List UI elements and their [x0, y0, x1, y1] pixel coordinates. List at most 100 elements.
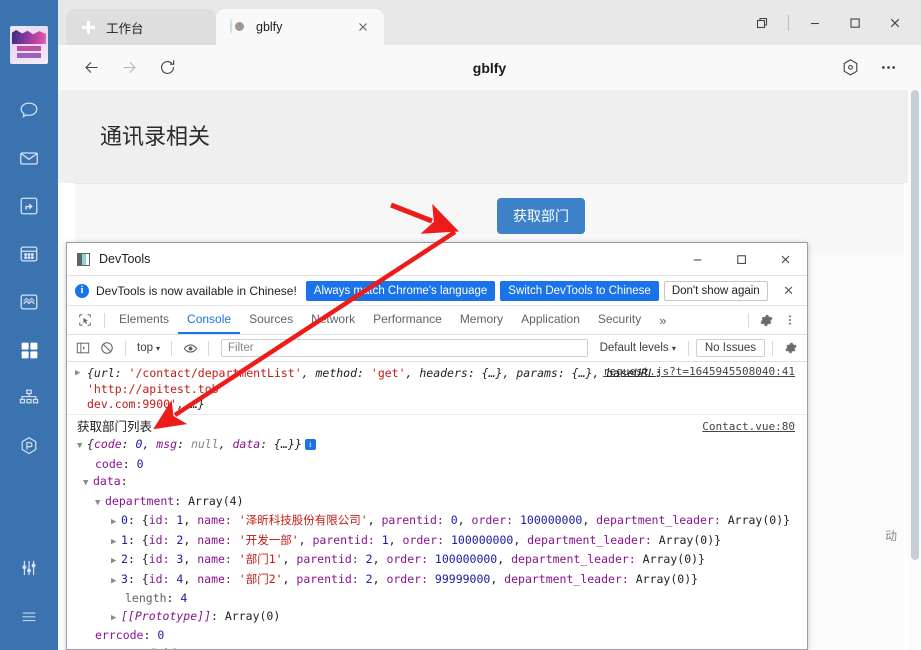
forward-arrow-icon[interactable]: [110, 51, 148, 85]
name-value: '泽昕科技股份有限公司': [238, 513, 368, 527]
console-row-dept-0[interactable]: ▶ 0: {id: 1, name: '泽昕科技股份有限公司', parentid…: [67, 512, 807, 532]
close-icon[interactable]: [875, 6, 915, 40]
back-arrow-icon[interactable]: [72, 51, 110, 85]
prototype-key: [[Prototype]]: [121, 608, 212, 623]
mail-icon[interactable]: [9, 134, 49, 182]
levels-label: Default levels: [599, 342, 669, 354]
menu-icon[interactable]: [9, 592, 49, 640]
drive-icon[interactable]: [9, 278, 49, 326]
collapse-triangle-icon[interactable]: ▼: [77, 439, 87, 455]
parentid-value: 0: [450, 513, 458, 527]
inspect-element-icon[interactable]: [71, 307, 99, 334]
close-icon[interactable]: ✕: [778, 283, 799, 299]
switch-to-chinese-button[interactable]: Switch DevTools to Chinese: [500, 280, 659, 301]
issues-button[interactable]: No Issues: [695, 339, 765, 357]
filter-input[interactable]: Filter: [221, 339, 588, 357]
reload-icon[interactable]: [148, 51, 186, 85]
tab-application[interactable]: Application: [512, 306, 589, 334]
row-tail: , …}: [177, 397, 205, 411]
tab-network[interactable]: Network: [302, 306, 364, 334]
more-tabs-icon[interactable]: »: [650, 313, 675, 328]
console-row-object-root[interactable]: ▼ {code: 0, msg: null, data: {…}} i: [67, 436, 807, 456]
order-label: order:: [386, 552, 435, 566]
order-label: order:: [402, 532, 451, 547]
maximize-icon[interactable]: [719, 243, 763, 275]
hexagon-target-icon[interactable]: [831, 51, 869, 85]
settings-gear-icon[interactable]: [754, 308, 778, 332]
tab-sources[interactable]: Sources: [240, 306, 302, 334]
always-match-language-button[interactable]: Always match Chrome's language: [305, 280, 496, 301]
tab-security[interactable]: Security: [589, 306, 650, 334]
scrollbar-thumb[interactable]: [911, 90, 919, 560]
chat-icon[interactable]: [9, 86, 49, 134]
screen: 工作台 gblfy gblfy 通讯录相关 获取部门 动 DevTools i …: [0, 0, 921, 650]
console-settings-icon[interactable]: [780, 337, 802, 359]
calendar-icon[interactable]: [9, 230, 49, 278]
id-label: id:: [148, 571, 177, 586]
close-icon[interactable]: [763, 243, 807, 275]
property-value: Array(4): [188, 493, 244, 508]
expand-triangle-icon[interactable]: ▶: [111, 574, 121, 590]
collapse-triangle-icon[interactable]: ▼: [83, 476, 93, 492]
console-sidebar-icon[interactable]: [72, 337, 94, 359]
restore-down-icon[interactable]: [742, 6, 782, 40]
object-preview: {code: 0, msg: null, data: {…}}: [87, 437, 302, 451]
close-icon[interactable]: [356, 20, 370, 34]
org-chart-icon[interactable]: [9, 374, 49, 422]
avatar-icon: [230, 17, 247, 36]
property-key: data: [93, 474, 121, 488]
tab-performance[interactable]: Performance: [364, 306, 451, 334]
console-row-department[interactable]: ▼ department: Array(4): [67, 493, 807, 513]
minimize-icon[interactable]: [795, 6, 835, 40]
apps-grid-icon[interactable]: [9, 326, 49, 374]
wecom-avatar-logo[interactable]: [10, 26, 48, 64]
method-value: 'get': [370, 366, 406, 380]
more-options-icon[interactable]: [869, 51, 907, 85]
execution-context-selector[interactable]: top ▾: [133, 340, 164, 356]
context-label: top: [137, 342, 153, 354]
console-row-dept-2[interactable]: ▶ 2: {id: 3, name: '部门1', parentid: 2, or…: [67, 551, 807, 571]
log-levels-dropdown[interactable]: Default levels ▾: [595, 340, 681, 356]
source-link[interactable]: Contact.vue:80: [702, 419, 795, 435]
live-expression-icon[interactable]: [179, 337, 201, 359]
tab-memory[interactable]: Memory: [451, 306, 512, 334]
info-badge-icon[interactable]: i: [304, 439, 316, 450]
tab-label: gblfy: [256, 20, 283, 34]
order-value: 100000000: [451, 532, 514, 547]
console-row-data[interactable]: ▼ data:: [67, 473, 807, 493]
name-label: name:: [197, 513, 239, 527]
more-vertical-icon[interactable]: [778, 308, 802, 332]
expand-triangle-icon[interactable]: ▶: [111, 554, 121, 570]
sidebar-bottom-icons: [9, 544, 49, 650]
headers-params-label: , headers: {…}, params: {…}, baseURL:: [405, 366, 662, 380]
expand-triangle-icon[interactable]: ▶: [111, 535, 121, 551]
tab-elements[interactable]: Elements: [110, 306, 178, 334]
tab-gblfy[interactable]: gblfy: [216, 9, 384, 45]
sliders-icon[interactable]: [9, 544, 49, 592]
dont-show-again-button[interactable]: Don't show again: [663, 280, 768, 301]
page-scrollbar[interactable]: [908, 90, 921, 650]
console-row-dept-1[interactable]: ▶ 1: {id: 2, name: '开发一部', parentid: 1, o…: [67, 532, 807, 552]
console-row-dept-3[interactable]: ▶ 3: {id: 4, name: '部门2', parentid: 2, or…: [67, 571, 807, 591]
property-value: 4: [180, 591, 188, 605]
get-department-button[interactable]: 获取部门: [497, 198, 585, 234]
property-key: department: [105, 493, 175, 508]
docs-icon[interactable]: [9, 182, 49, 230]
minimize-icon[interactable]: [675, 243, 719, 275]
console-row-chinese-log[interactable]: Contact.vue:80 获取部门列表: [67, 415, 807, 437]
tab-workbench[interactable]: 工作台: [66, 9, 216, 45]
clear-console-icon[interactable]: [96, 337, 118, 359]
property-key: errcode: [95, 628, 144, 642]
console-row-proto-array[interactable]: ▶ [[Prototype]]: Array(0): [67, 608, 807, 628]
expand-triangle-icon[interactable]: ▶: [111, 611, 121, 627]
console-output[interactable]: request.js?t=1645945508040:41 ▶ {url: '/…: [67, 363, 807, 649]
expand-triangle-icon[interactable]: ▶: [75, 366, 85, 382]
tab-console[interactable]: Console: [178, 306, 241, 334]
maximize-icon[interactable]: [835, 6, 875, 40]
cube-icon[interactable]: [9, 422, 49, 470]
console-row-request[interactable]: request.js?t=1645945508040:41 ▶ {url: '/…: [67, 363, 807, 415]
parentid-value: 2: [365, 571, 373, 586]
expand-triangle-icon[interactable]: ▶: [111, 515, 121, 531]
collapse-triangle-icon[interactable]: ▼: [95, 496, 105, 512]
name-value: '部门2': [238, 571, 283, 586]
